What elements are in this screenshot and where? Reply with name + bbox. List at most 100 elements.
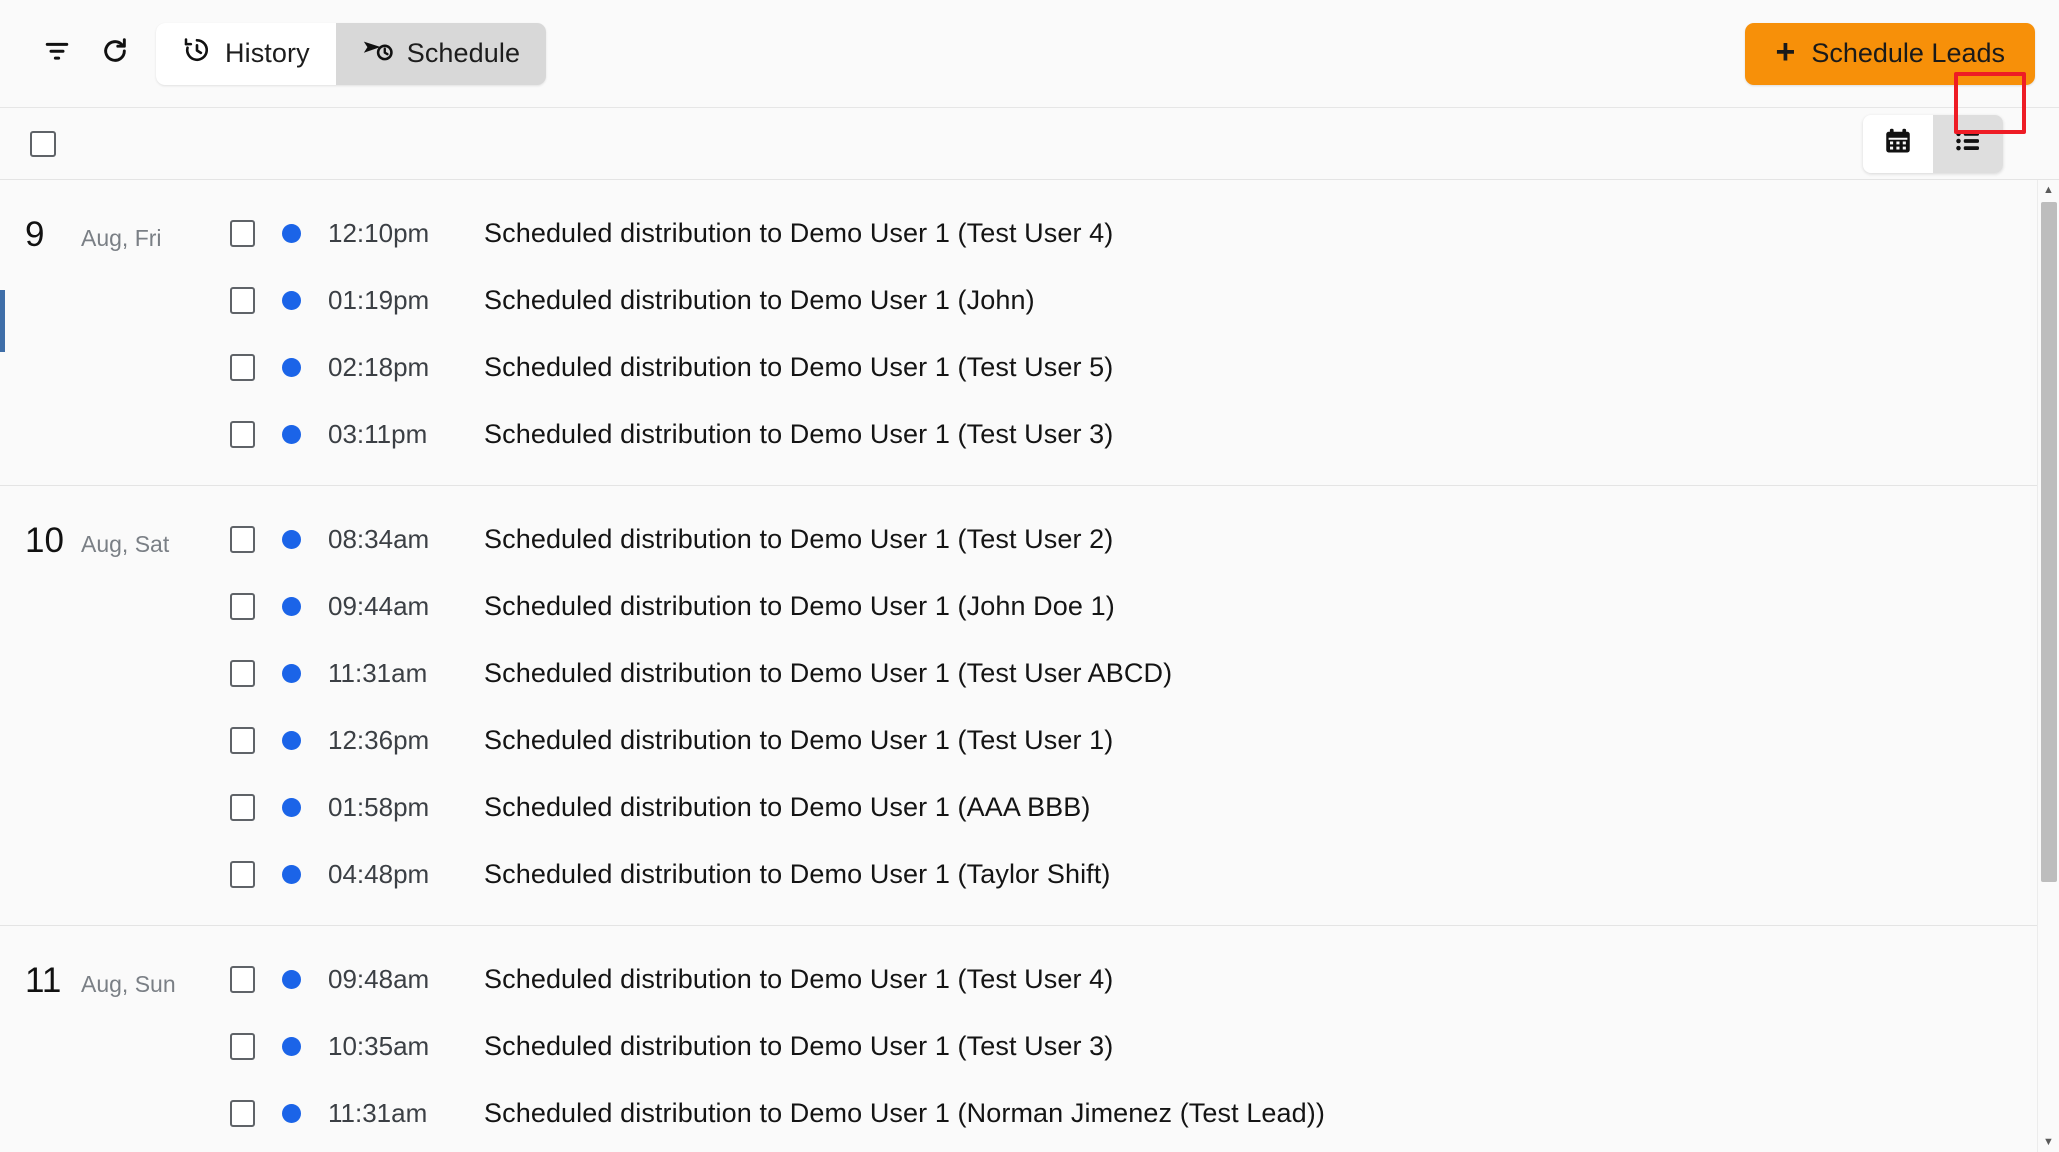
- event-time: 01:19pm: [328, 284, 430, 315]
- event-checkbox[interactable]: [230, 592, 255, 620]
- schedule-event-row[interactable]: 10:35am Scheduled distribution to Demo Us…: [230, 1021, 2037, 1071]
- tab-schedule-label: Schedule: [406, 38, 521, 68]
- event-checkbox[interactable]: [230, 286, 255, 314]
- refresh-button[interactable]: [88, 27, 142, 81]
- day-header: 9 Aug, Fri: [0, 208, 230, 255]
- event-time: 01:58pm: [328, 791, 430, 822]
- send-clock-icon: [362, 35, 394, 72]
- event-time: 11:31am: [328, 1097, 428, 1128]
- view-mode-segmented-control: History Schedule: [156, 22, 547, 85]
- status-dot-icon: [282, 969, 301, 989]
- event-title: Scheduled distribution to Demo User 1 (T…: [484, 217, 1114, 248]
- event-title: Scheduled distribution to Demo User 1 (T…: [484, 724, 1114, 755]
- schedule-event-row[interactable]: 01:19pm Scheduled distribution to Demo Us…: [230, 275, 2037, 325]
- event-time: 09:44am: [328, 590, 430, 621]
- event-title: Scheduled distribution to Demo User 1 (T…: [484, 657, 1173, 688]
- day-month-weekday-label: Aug, Sun: [81, 971, 176, 997]
- schedule-event-row[interactable]: 04:48pm Scheduled distribution to Demo Us…: [230, 849, 2037, 899]
- status-dot-icon: [282, 357, 301, 377]
- schedule-leads-label: Schedule Leads: [1811, 38, 2005, 68]
- scroll-down-arrow[interactable]: ▼: [2038, 1132, 2059, 1152]
- calendar-view-button[interactable]: [1863, 115, 1933, 173]
- event-time: 11:31am: [328, 657, 428, 688]
- day-groups-root: 9 Aug, Fri 12:10pm Scheduled distribution t…: [0, 180, 2037, 1152]
- event-time: 12:10pm: [328, 217, 430, 248]
- list-subheader: [0, 108, 2059, 180]
- tab-history-label: History: [225, 38, 310, 68]
- event-checkbox[interactable]: [230, 353, 255, 381]
- events-column: 09:48am Scheduled distribution to Demo Us…: [230, 954, 2037, 1138]
- event-title: Scheduled distribution to Demo User 1 (T…: [484, 1030, 1114, 1061]
- event-time: 08:34am: [328, 523, 430, 554]
- event-checkbox[interactable]: [230, 420, 255, 448]
- history-clock-icon: [182, 35, 212, 72]
- schedule-event-row[interactable]: 01:58pm Scheduled distribution to Demo Us…: [230, 782, 2037, 832]
- status-dot-icon: [282, 663, 301, 683]
- day-number: 9: [25, 215, 45, 254]
- day-header: 11 Aug, Sun: [0, 954, 230, 1001]
- tab-schedule[interactable]: Schedule: [336, 23, 546, 85]
- status-dot-icon: [282, 424, 301, 444]
- event-checkbox[interactable]: [230, 965, 255, 993]
- schedule-event-row[interactable]: 02:18pm Scheduled distribution to Demo Us…: [230, 342, 2037, 392]
- top-toolbar: History Schedule + Schedule Leads: [0, 0, 2059, 108]
- event-title: Scheduled distribution to Demo User 1 (T…: [484, 963, 1114, 994]
- event-checkbox[interactable]: [230, 1099, 255, 1127]
- events-column: 12:10pm Scheduled distribution to Demo Us…: [230, 208, 2037, 459]
- day-group: 9 Aug, Fri 12:10pm Scheduled distribution t…: [0, 180, 2037, 486]
- schedule-event-row[interactable]: 12:10pm Scheduled distribution to Demo Us…: [230, 208, 2037, 258]
- event-title: Scheduled distribution to Demo User 1 (T…: [484, 418, 1114, 449]
- schedule-event-row[interactable]: 09:44am Scheduled distribution to Demo Us…: [230, 581, 2037, 631]
- schedule-event-row[interactable]: 11:31am Scheduled distribution to Demo Us…: [230, 1088, 2037, 1138]
- vertical-scrollbar[interactable]: ▲ ▼: [2037, 180, 2059, 1152]
- event-checkbox[interactable]: [230, 726, 255, 754]
- event-time: 02:18pm: [328, 351, 430, 382]
- event-checkbox[interactable]: [230, 860, 255, 888]
- day-month-weekday-label: Aug, Sat: [81, 531, 170, 557]
- event-title: Scheduled distribution to Demo User 1 (N…: [484, 1097, 1325, 1128]
- filter-icon: [42, 36, 72, 71]
- select-all-checkbox[interactable]: [30, 130, 56, 157]
- schedule-list-scroll-area[interactable]: 9 Aug, Fri 12:10pm Scheduled distribution t…: [0, 180, 2037, 1152]
- schedule-leads-button[interactable]: + Schedule Leads: [1745, 22, 2035, 85]
- day-group: 10 Aug, Sat 08:34am Scheduled distribution …: [0, 486, 2037, 926]
- schedule-list-app: History Schedule + Schedule Leads 9 Aug,…: [0, 0, 2059, 1152]
- event-time: 09:48am: [328, 963, 430, 994]
- tab-history[interactable]: History: [156, 22, 336, 85]
- event-title: Scheduled distribution to Demo User 1 (T…: [484, 858, 1111, 889]
- event-checkbox[interactable]: [230, 525, 255, 553]
- day-group: 11 Aug, Sun 09:48am Scheduled distribution …: [0, 926, 2037, 1152]
- schedule-event-row[interactable]: 12:36pm Scheduled distribution to Demo Us…: [230, 715, 2037, 765]
- status-dot-icon: [282, 1103, 301, 1123]
- schedule-event-row[interactable]: 08:34am Scheduled distribution to Demo Us…: [230, 514, 2037, 564]
- list-icon: [1953, 126, 1983, 161]
- schedule-event-row[interactable]: 11:31am Scheduled distribution to Demo Us…: [230, 648, 2037, 698]
- event-title: Scheduled distribution to Demo User 1 (T…: [484, 351, 1114, 382]
- status-dot-icon: [282, 290, 301, 310]
- status-dot-icon: [282, 529, 301, 549]
- day-number: 11: [25, 961, 62, 1000]
- event-checkbox[interactable]: [230, 793, 255, 821]
- filter-button[interactable]: [30, 27, 84, 81]
- event-title: Scheduled distribution to Demo User 1 (T…: [484, 523, 1114, 554]
- event-checkbox[interactable]: [230, 219, 255, 247]
- event-title: Scheduled distribution to Demo User 1 (A…: [484, 791, 1091, 822]
- list-view-button[interactable]: [1933, 114, 2003, 173]
- left-selection-indicator: [0, 290, 5, 352]
- plus-icon: +: [1775, 33, 1796, 71]
- schedule-event-row[interactable]: 09:48am Scheduled distribution to Demo Us…: [230, 954, 2037, 1004]
- event-checkbox[interactable]: [230, 659, 255, 687]
- event-time: 10:35am: [328, 1030, 430, 1061]
- status-dot-icon: [282, 1036, 301, 1056]
- day-number: 10: [25, 521, 64, 560]
- event-checkbox[interactable]: [230, 1032, 255, 1060]
- event-time: 04:48pm: [328, 858, 430, 889]
- view-toggle-group: [1863, 114, 2003, 173]
- schedule-event-row[interactable]: 03:11pm Scheduled distribution to Demo Us…: [230, 409, 2037, 459]
- status-dot-icon: [282, 864, 301, 884]
- day-header: 10 Aug, Sat: [0, 514, 230, 561]
- scroll-up-arrow[interactable]: ▲: [2038, 180, 2059, 200]
- scrollbar-thumb[interactable]: [2041, 202, 2057, 882]
- calendar-icon: [1883, 126, 1913, 161]
- status-dot-icon: [282, 797, 301, 817]
